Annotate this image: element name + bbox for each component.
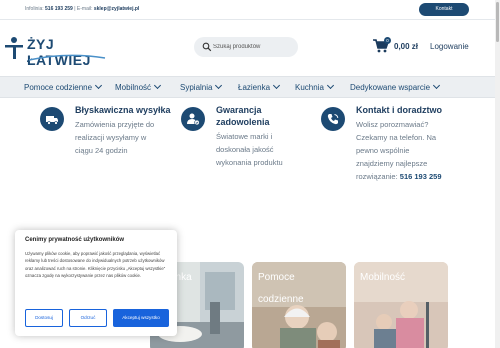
phone-icon	[321, 107, 345, 131]
feature-line: Światowe marki i	[216, 132, 273, 141]
category-label-line: Pomoce	[258, 272, 295, 283]
nav-label: Mobilność	[115, 83, 152, 92]
chevron-down-icon	[153, 81, 162, 90]
user-check-icon	[181, 107, 205, 131]
nav-item-lazienka[interactable]: Łazienka	[238, 81, 281, 92]
nav-item-sypialnia[interactable]: Sypialnia	[180, 81, 223, 92]
nav-item-dedykowane-wsparcie[interactable]: Dedykowane wsparcie	[350, 81, 441, 92]
category-label: Mobilność	[360, 272, 406, 283]
site-logo[interactable]: ŻYJ ŁATWIEJ	[3, 33, 106, 68]
feature-line: Wolisz porozmawiać?	[356, 120, 429, 129]
feature-line-prefix: rozwiązanie:	[356, 172, 398, 181]
cookie-description: Używamy plików cookie, aby poprawić jako…	[25, 251, 166, 278]
nav-item-kuchnia[interactable]: Kuchnia	[295, 81, 334, 92]
logo-text: ŻYJ ŁATWIEJ	[27, 36, 91, 68]
feature-line: ciągu 24 godzin	[75, 146, 128, 155]
chevron-down-icon	[95, 81, 103, 90]
feature-line: Zamówienia przyjęte do	[75, 120, 155, 129]
feature-text-shipping: Zamówienia przyjęte do realizacji wysyła…	[75, 118, 154, 157]
cookie-reject-button[interactable]: Odrzuć	[69, 309, 107, 327]
feature-line: doskonała jakość	[216, 145, 274, 154]
category-tile-mobilnosc[interactable]: Mobilność	[354, 262, 448, 348]
contact-phone-link[interactable]: 516 193 259	[400, 172, 442, 181]
chevron-down-icon	[326, 81, 334, 90]
product-search[interactable]	[194, 37, 298, 57]
feature-line: znajdziemy najlepsze	[356, 159, 428, 168]
nav-item-pomoce-codzienne[interactable]: Pomoce codzienne	[24, 81, 103, 92]
feature-text-guarantee: Światowe marki i doskonała jakość wykona…	[216, 130, 283, 169]
contact-button[interactable]: Kontakt	[419, 3, 469, 16]
feature-line: Czekamy na telefon. Na	[356, 133, 437, 142]
hotline-phone[interactable]: 516 193 259	[45, 6, 73, 12]
nav-item-mobilnosc[interactable]: Mobilność	[115, 81, 162, 92]
truck-icon	[40, 107, 64, 131]
cookie-consent-panel: Cenimy prywatność użytkowników Używamy p…	[15, 230, 177, 336]
search-icon[interactable]	[202, 42, 212, 52]
email-label: | E-mail:	[74, 6, 93, 12]
chevron-down-icon	[215, 81, 223, 90]
feature-line: pewno wspólnie	[356, 146, 410, 155]
feature-line: rozwiązanie: 516 193 259	[356, 170, 442, 183]
nav-label: Sypialnia	[180, 83, 213, 92]
logo-figure-icon	[5, 37, 23, 59]
search-input[interactable]	[213, 40, 295, 54]
cart-count-badge: 0	[384, 37, 391, 44]
top-info-bar: Infolinia: 516 193 259 | E-mail: sklep@z…	[0, 0, 500, 20]
chevron-down-icon	[433, 81, 441, 90]
cart-total[interactable]: 0,00 zł	[394, 42, 418, 51]
feature-text-contact: Wolisz porozmawiać? Czekamy na telefon. …	[356, 118, 442, 183]
feature-line: wykonania produktu	[216, 158, 283, 167]
chevron-down-icon	[272, 81, 281, 90]
cookie-customize-button[interactable]: Dostosuj	[25, 309, 63, 327]
login-link[interactable]: Logowanie	[430, 42, 469, 51]
scrollbar-thumb[interactable]	[496, 2, 499, 42]
nav-label: Łazienka	[238, 83, 271, 92]
feature-line: realizacji wysyłamy w	[75, 133, 147, 142]
nav-label: Kuchnia	[295, 83, 324, 92]
cookie-accept-all-button[interactable]: Akceptuj wszystko	[113, 309, 169, 327]
feature-title-guarantee: Gwarancja zadowolenia	[216, 104, 270, 128]
main-navigation: Pomoce codzienne Mobilność Sypialnia Łaz…	[0, 76, 500, 98]
page-scrollbar[interactable]	[495, 0, 500, 348]
email-link[interactable]: sklep@zyjlatwiej.pl	[94, 6, 139, 12]
feature-title-line: Gwarancja	[216, 105, 262, 115]
feature-title-contact: Kontakt i doradztwo	[356, 105, 442, 115]
contact-info: Infolinia: 516 193 259 | E-mail: sklep@z…	[25, 6, 139, 12]
logo-swoosh-icon	[28, 54, 106, 61]
hotline-label: Infolinia:	[25, 6, 44, 12]
feature-title-line: zadowolenia	[216, 117, 270, 127]
category-label-line: codzienne	[258, 294, 304, 305]
category-tile-pomoce-codzienne[interactable]: Pomoce codzienne	[252, 262, 346, 348]
cookie-title: Cenimy prywatność użytkowników	[25, 237, 125, 243]
feature-title-shipping: Błyskawiczna wysyłka	[75, 105, 171, 115]
nav-label: Dedykowane wsparcie	[350, 83, 431, 92]
category-label: Pomoce codzienne	[258, 267, 304, 311]
nav-label: Pomoce codzienne	[24, 83, 93, 92]
